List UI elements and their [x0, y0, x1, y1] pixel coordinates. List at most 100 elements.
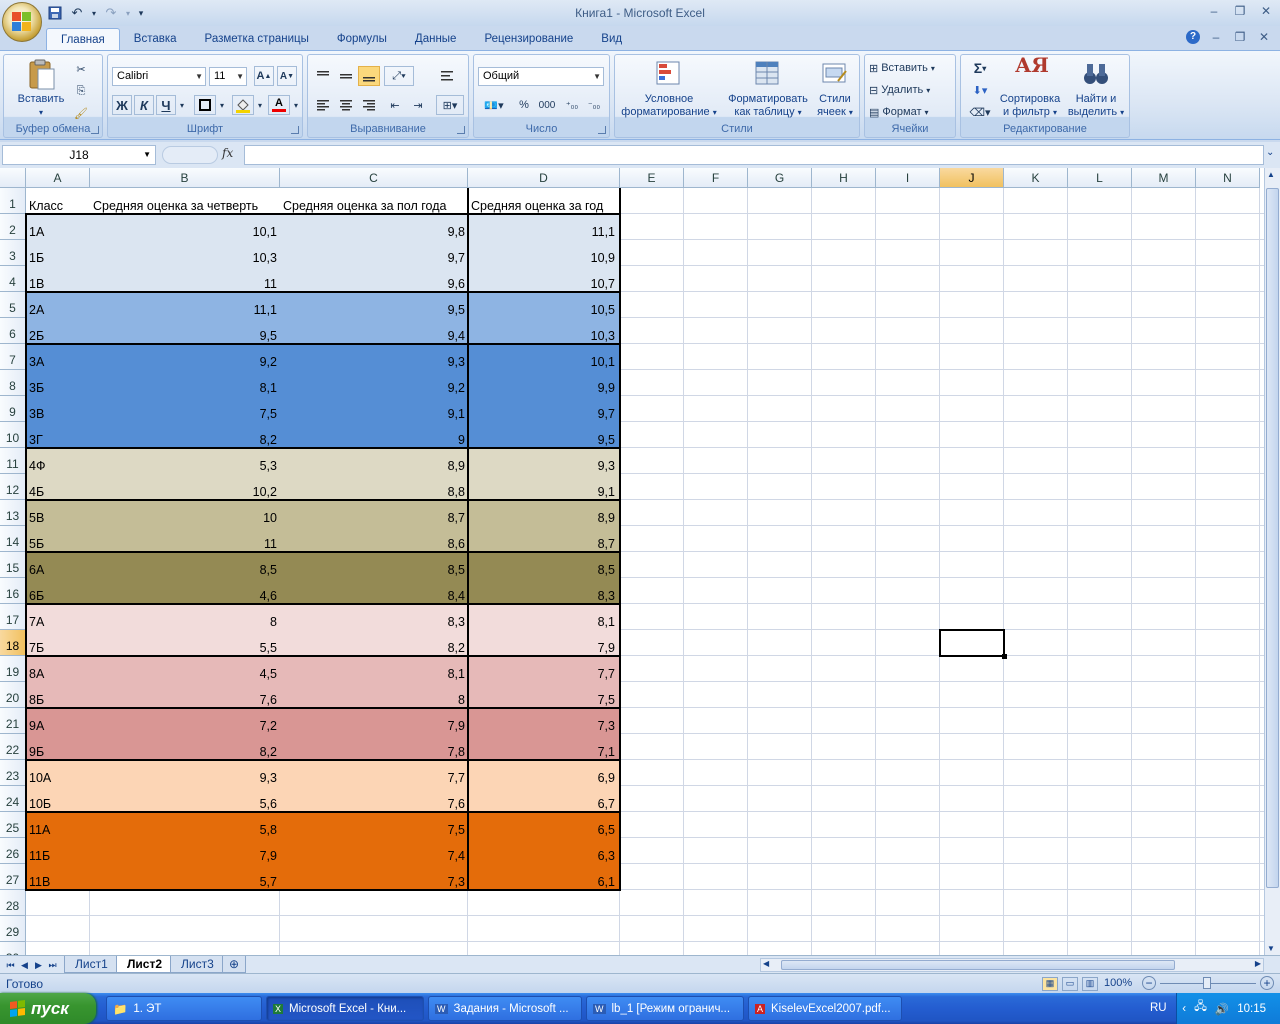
fill-color-icon[interactable]: [232, 95, 254, 115]
underline-dropdown-icon[interactable]: ▾: [178, 95, 186, 115]
active-cell-cursor[interactable]: [939, 629, 1007, 659]
grade-cell[interactable]: 8,5: [468, 552, 618, 578]
grade-cell[interactable]: 5,5: [90, 630, 280, 656]
grade-cell[interactable]: 7,2: [90, 708, 280, 734]
format-as-table-button[interactable]: Форматировать как таблицу ▾: [725, 59, 811, 119]
horizontal-scroll-thumb[interactable]: [781, 960, 1175, 970]
task-word-1[interactable]: W Задания - Microsoft ...: [428, 996, 582, 1021]
vertical-scrollbar[interactable]: ▲ ▼: [1264, 168, 1280, 955]
task-excel[interactable]: X Microsoft Excel - Кни...: [266, 996, 424, 1021]
orientation-icon[interactable]: ⤢▾: [384, 66, 414, 86]
language-indicator[interactable]: RU: [1150, 1002, 1167, 1014]
tab-home[interactable]: Главная: [46, 28, 120, 50]
grade-cell[interactable]: 9,2: [280, 370, 468, 396]
chevron-down-icon[interactable]: ▼: [143, 146, 151, 164]
grade-cell[interactable]: 8,1: [90, 370, 280, 396]
grade-cell[interactable]: 9,4: [280, 318, 468, 344]
tab-review[interactable]: Рецензирование: [470, 28, 587, 50]
grade-cell[interactable]: 10,2: [90, 474, 280, 500]
grade-cell[interactable]: 8,2: [90, 422, 280, 448]
class-cell[interactable]: 6Б: [26, 578, 90, 604]
office-button[interactable]: [2, 2, 42, 42]
row-header-23[interactable]: 23: [0, 760, 26, 786]
align-right-icon[interactable]: [358, 95, 380, 115]
grade-cell[interactable]: 7,4: [280, 838, 468, 864]
find-select-button[interactable]: Найти и выделить ▾: [1065, 59, 1127, 119]
grade-cell[interactable]: 7,3: [468, 708, 618, 734]
select-all-corner[interactable]: [0, 168, 26, 188]
workbook-restore-icon[interactable]: ❐: [1232, 30, 1248, 46]
font-color-icon[interactable]: A: [268, 95, 290, 115]
increase-indent-icon[interactable]: ⇥: [407, 95, 429, 115]
grade-cell[interactable]: 8,7: [280, 500, 468, 526]
class-cell[interactable]: 1А: [26, 214, 90, 240]
start-button[interactable]: пуск: [0, 993, 96, 1024]
increase-decimal-icon[interactable]: ⁺₀₀: [562, 95, 582, 115]
font-color-dropdown-icon[interactable]: ▾: [292, 95, 300, 115]
decrease-indent-icon[interactable]: ⇤: [384, 95, 406, 115]
header-cell[interactable]: Средняя оценка за пол года: [280, 188, 468, 214]
scroll-right-icon[interactable]: ▶: [1255, 959, 1261, 968]
tab-view[interactable]: Вид: [587, 28, 636, 50]
row-header-12[interactable]: 12: [0, 474, 26, 500]
network-icon[interactable]: 🖧: [1194, 999, 1207, 1018]
class-cell[interactable]: 11А: [26, 812, 90, 838]
autosum-button[interactable]: Σ ▾: [965, 58, 995, 78]
grade-cell[interactable]: 9,6: [280, 266, 468, 292]
tab-page-layout[interactable]: Разметка страницы: [191, 28, 323, 50]
row-header-10[interactable]: 10: [0, 422, 26, 448]
tray-expand-icon[interactable]: ‹: [1182, 1003, 1186, 1015]
grade-cell[interactable]: 5,6: [90, 786, 280, 812]
grade-cell[interactable]: 8,1: [280, 656, 468, 682]
number-launcher-icon[interactable]: [598, 126, 606, 134]
grade-cell[interactable]: 11: [90, 526, 280, 552]
clock[interactable]: 10:15: [1237, 1003, 1266, 1015]
worksheet-grid[interactable]: ABCDEFGHIJKLMN 1 2 3 4 5 6 7 8 9 10 11 12 13 14 15 16 17…: [0, 168, 1264, 955]
help-icon[interactable]: ?: [1186, 30, 1200, 44]
row-header-4[interactable]: 4: [0, 266, 26, 292]
conditional-formatting-button[interactable]: Условное форматирование ▾: [617, 59, 721, 119]
grade-cell[interactable]: 8,2: [280, 630, 468, 656]
scroll-left-icon[interactable]: ◀: [763, 959, 769, 968]
name-box[interactable]: J18 ▼: [2, 145, 156, 165]
row-header-2[interactable]: 2: [0, 214, 26, 240]
row-header-15[interactable]: 15: [0, 552, 26, 578]
grade-cell[interactable]: 6,1: [468, 864, 618, 890]
wrap-text-icon[interactable]: [436, 66, 458, 86]
grade-cell[interactable]: 7,9: [468, 630, 618, 656]
scroll-down-icon[interactable]: ▼: [1267, 944, 1275, 953]
tab-formulas[interactable]: Формулы: [323, 28, 401, 50]
grade-cell[interactable]: 11: [90, 266, 280, 292]
cell-styles-button[interactable]: Стили ячеек ▾: [813, 59, 857, 119]
class-cell[interactable]: 3Б: [26, 370, 90, 396]
grade-cell[interactable]: 5,3: [90, 448, 280, 474]
decrease-decimal-icon[interactable]: ⁻₀₀: [584, 95, 604, 115]
font-name-combo[interactable]: Calibri ▼: [112, 67, 206, 86]
grade-cell[interactable]: 10,3: [90, 240, 280, 266]
cut-icon[interactable]: ✂: [70, 59, 92, 79]
zoom-out-icon[interactable]: −: [1142, 976, 1156, 990]
grade-cell[interactable]: 9,5: [280, 292, 468, 318]
sheet-tab-3[interactable]: Лист3: [170, 956, 225, 973]
grade-cell[interactable]: 6,9: [468, 760, 618, 786]
clipboard-launcher-icon[interactable]: [91, 126, 99, 134]
grade-cell[interactable]: 7,7: [280, 760, 468, 786]
fill-handle[interactable]: [1002, 654, 1007, 659]
minimize-icon[interactable]: –: [1206, 4, 1222, 20]
task-pdf[interactable]: A KiselevExcel2007.pdf...: [748, 996, 902, 1021]
grade-cell[interactable]: 7,1: [468, 734, 618, 760]
class-cell[interactable]: 8Б: [26, 682, 90, 708]
grade-cell[interactable]: 8,9: [280, 448, 468, 474]
font-launcher-icon[interactable]: [291, 126, 299, 134]
row-header-30[interactable]: 30: [0, 942, 26, 955]
header-cell[interactable]: Средняя оценка за год: [468, 188, 618, 214]
grade-cell[interactable]: 7,5: [468, 682, 618, 708]
class-cell[interactable]: 7Б: [26, 630, 90, 656]
grade-cell[interactable]: 9,3: [468, 448, 618, 474]
grade-cell[interactable]: 9,9: [468, 370, 618, 396]
grade-cell[interactable]: 8,6: [280, 526, 468, 552]
class-cell[interactable]: 4Б: [26, 474, 90, 500]
class-cell[interactable]: 3В: [26, 396, 90, 422]
row-header-21[interactable]: 21: [0, 708, 26, 734]
row-header-8[interactable]: 8: [0, 370, 26, 396]
